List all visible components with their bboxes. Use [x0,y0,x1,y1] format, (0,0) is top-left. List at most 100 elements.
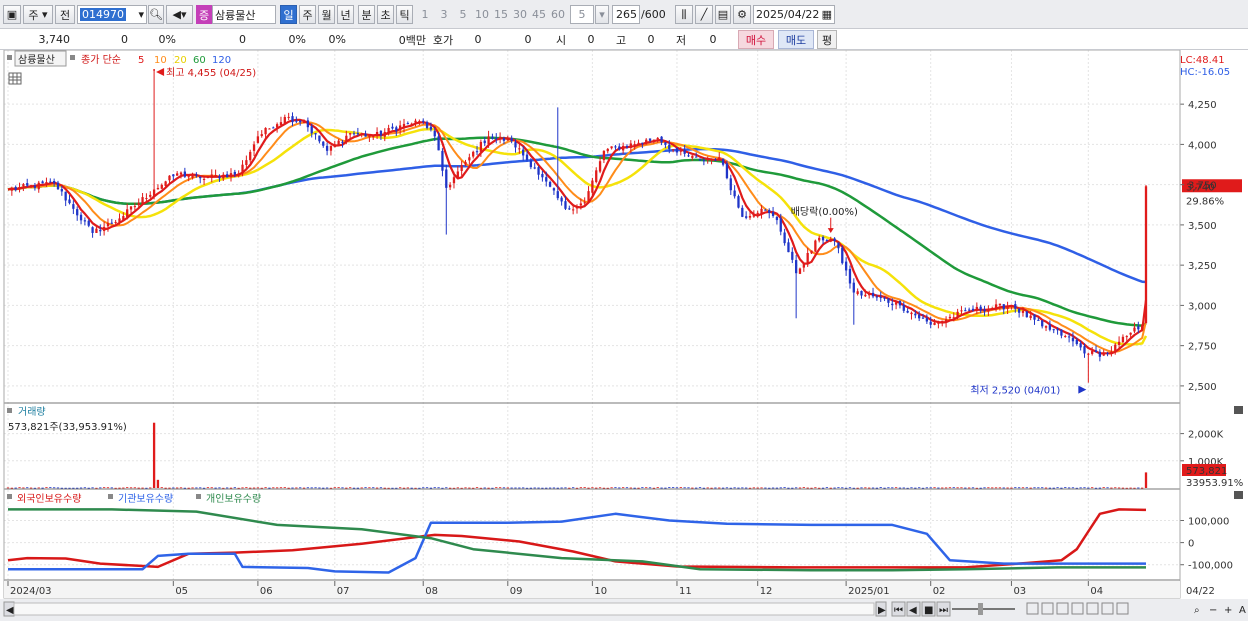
volume-bar [225,487,229,489]
candle-body [272,127,275,129]
interval-30-button[interactable]: 30 [511,5,529,24]
candle-body [256,136,260,143]
candle-body [1014,304,1017,309]
interval-10-button[interactable]: 10 [473,5,491,24]
volume-bar [64,487,67,489]
candle-body [587,191,590,202]
volume-bar [864,487,867,489]
candle-body [76,209,79,216]
interval-5-button[interactable]: 5 [454,5,472,24]
candle-body [429,126,433,130]
time-tick-label: 09 [510,586,523,597]
volume-bar [56,487,60,489]
ma-legend-120: 120 [212,55,231,66]
period-second-button[interactable]: 초 [377,5,394,24]
volume-bar [579,487,582,489]
volume-info: 573,821주(33,953.91%) [8,422,127,433]
volume-bar [860,487,863,489]
date-value: 2025/04/22 [756,8,820,21]
candle-body [64,191,67,201]
volume-bar [1102,487,1105,489]
volume-bar [349,487,352,489]
candle-body [241,164,244,174]
candle-body [737,196,740,208]
period-tick-button[interactable]: 틱 [396,5,413,24]
volume-panel-close-icon[interactable] [1234,406,1243,414]
time-tick-label: 03 [1013,586,1026,597]
candle-body [879,297,882,299]
volume-bar [902,487,905,489]
candle-body [868,294,871,296]
holdings-panel-close-icon[interactable] [1234,491,1243,499]
candle-body [548,181,552,187]
candle-body [26,183,29,186]
sound-icon[interactable]: ◀▾ [166,5,193,24]
candle-body [472,151,475,157]
table-icon[interactable] [8,72,22,85]
candle-body [441,150,444,171]
candle-body [1071,337,1075,342]
period-monthly-button[interactable]: 월 [318,5,335,24]
time-axis-right-label: 04/22 [1186,586,1215,597]
stock-code-input[interactable]: 014970 ▾ [77,5,147,24]
candle-body [206,177,210,179]
search-icon[interactable]: 🔍︎ [148,5,164,24]
prev-button[interactable]: 전 [55,5,75,24]
interval-dropdown-icon[interactable]: ▾ [595,5,609,24]
volume-bar [291,487,294,489]
volume-bar [675,487,679,489]
volume-bar [168,487,171,489]
volume-bar [502,487,506,489]
volume-bar [333,487,336,489]
svg-text:◀: ◀ [6,605,14,616]
candle-body [1133,327,1136,332]
zoom-slider-handle[interactable] [978,603,983,615]
interval-1-button[interactable]: 1 [416,5,434,24]
period-daily-button[interactable]: 일 [280,5,297,24]
candle-body [844,261,848,271]
candle-body [41,181,44,184]
candle-body [1017,309,1021,313]
period-minute-button[interactable]: 분 [358,5,375,24]
count-input[interactable]: 265 [612,5,640,24]
volume-bar [1144,472,1148,488]
time-tick-label: 05 [175,586,188,597]
candle-body [552,188,556,191]
chart-menu-icon[interactable]: ▣ [3,5,21,24]
quote-bar: 3,740 0 0% 0 0% 0% 0백만 호가 0 0 시 0 고 0 저 … [0,29,1248,50]
eval-button[interactable]: 평 [817,30,837,49]
volume-bar [464,487,467,489]
candle-body [295,120,298,122]
calendar-icon[interactable]: ▦ [822,8,832,21]
volume-bar [41,487,44,489]
save-icon[interactable]: ▤ [715,5,731,24]
volume-bar [99,487,102,489]
interval-45-button[interactable]: 45 [530,5,548,24]
period-type-select[interactable]: 주 ▾ [23,5,53,24]
stock-name-field[interactable]: 삼륭물산 [212,5,276,24]
volume-bar [345,487,348,489]
buy-button[interactable]: 매수 [738,30,774,49]
period-yearly-button[interactable]: 년 [337,5,354,24]
volume-bar [341,487,344,489]
candle-body [483,140,486,144]
date-input[interactable]: 2025/04/22 ▦ [753,5,835,24]
interval-input[interactable]: 5 [570,5,594,24]
interval-60-button[interactable]: 60 [549,5,567,24]
candle-body [1129,332,1132,335]
gear-icon[interactable]: ⚙ [733,5,751,24]
volume-bar [149,487,152,489]
volume-bar [983,487,986,489]
candle-body [791,251,794,260]
period-weekly-button[interactable]: 주 [299,5,316,24]
interval-15-button[interactable]: 15 [492,5,510,24]
interval-3-button[interactable]: 3 [435,5,453,24]
candle-body [668,144,671,150]
draw-line-icon[interactable]: ╱ [695,5,713,24]
volume-bar [418,487,421,489]
candle-body [45,182,48,185]
candle-body [368,135,371,138]
horizontal-scrollbar[interactable] [13,602,875,616]
candle-icon[interactable]: ⫼ [675,5,693,24]
sell-button[interactable]: 매도 [778,30,814,49]
